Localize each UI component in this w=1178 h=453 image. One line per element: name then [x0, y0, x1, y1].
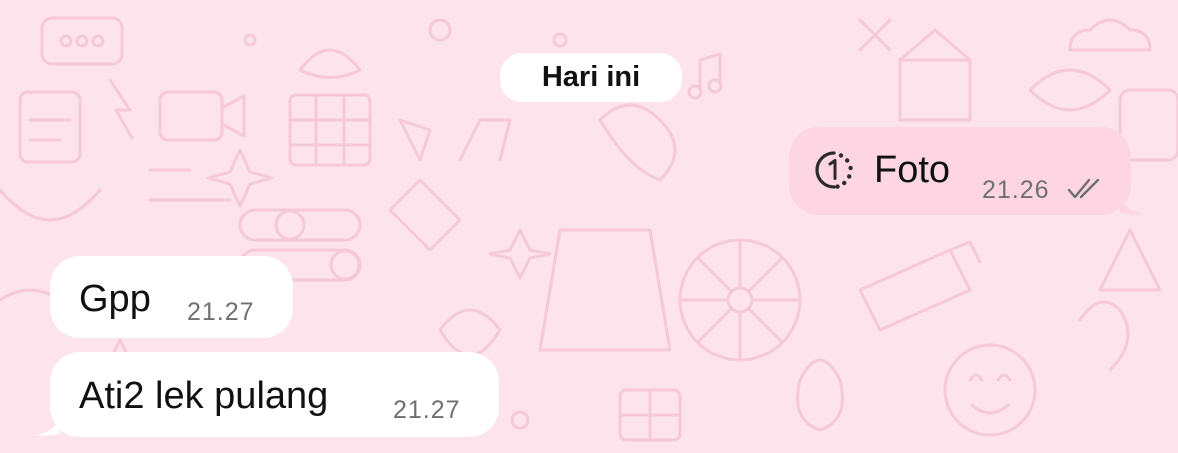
message-timestamp: 21.27: [187, 298, 255, 326]
message-text: Ati2 lek pulang: [79, 375, 329, 417]
message-timestamp: 21.26: [982, 176, 1050, 204]
outgoing-message-bubble[interactable]: Foto 21.26: [789, 127, 1131, 215]
double-check-read-icon: [1067, 178, 1100, 199]
incoming-message-bubble[interactable]: Ati2 lek pulang 21.27: [50, 352, 499, 437]
message-text: Foto: [874, 149, 951, 191]
message-timestamp: 21.27: [393, 396, 461, 424]
incoming-message-bubble[interactable]: Gpp 21.27: [50, 256, 293, 338]
view-once-icon: [815, 151, 853, 189]
date-separator: Hari ini: [500, 53, 682, 102]
message-text: Gpp: [79, 278, 151, 320]
